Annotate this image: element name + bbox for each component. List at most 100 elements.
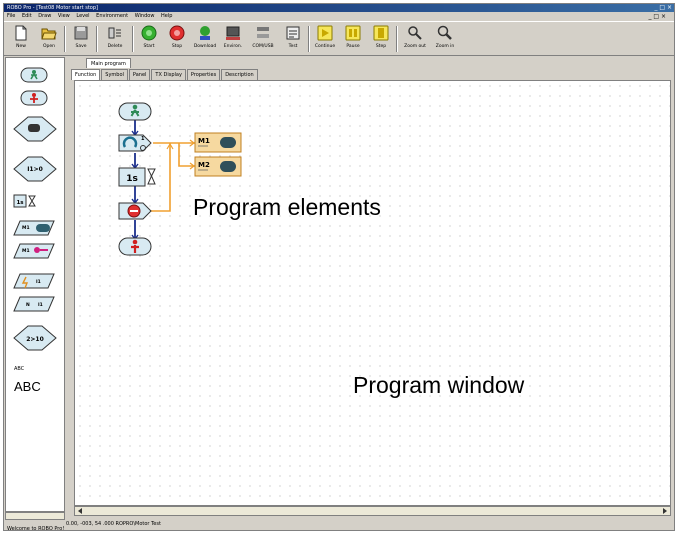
menu-level[interactable]: Level (76, 13, 89, 19)
start-icon (141, 25, 157, 41)
palette-start-element[interactable] (6, 66, 64, 84)
data-link (153, 142, 195, 167)
caption-program-window: Program window (353, 372, 525, 398)
status-bar: Welcome to ROBO Pro! (4, 520, 674, 531)
menu-view[interactable]: View (58, 13, 70, 19)
canvas-horizontal-scrollbar[interactable] (74, 506, 671, 516)
toolbar-separator (308, 26, 310, 52)
open-folder-icon (41, 28, 57, 40)
palette-text-small[interactable]: ABC (6, 366, 64, 372)
scroll-left-icon[interactable] (76, 507, 86, 515)
palette-branch-compare-element[interactable]: I1>0 (6, 154, 64, 184)
zoom-in-button[interactable]: Zoom in (432, 25, 458, 54)
mdi-controls[interactable]: _ □ × (648, 12, 666, 21)
delete-button[interactable]: Delete (102, 25, 128, 54)
tab-properties[interactable]: Properties (186, 69, 221, 80)
new-page-icon (15, 25, 27, 41)
download-button[interactable]: Download (192, 25, 218, 54)
com-usb-icon (257, 27, 269, 38)
open-button[interactable]: Open (36, 25, 62, 54)
stop-button[interactable]: Stop (164, 25, 190, 54)
program-canvas[interactable]: 1 M1 M2 1s Program elements Program wind… (74, 80, 671, 506)
menu-environment[interactable]: Environment (96, 13, 128, 19)
tab-description[interactable]: Description (221, 69, 258, 80)
menu-draw[interactable]: Draw (38, 13, 51, 19)
flow-wait-label: 1s (126, 174, 138, 184)
flow-m1-label: M1 (198, 137, 210, 145)
tab-main-program[interactable]: Main program (86, 58, 131, 68)
menu-edit[interactable]: Edit (22, 13, 32, 19)
flow-counter-label: 1 (141, 136, 145, 142)
svg-text:M1: M1 (22, 225, 30, 231)
palette-text-large[interactable]: ABC (6, 379, 64, 394)
palette-motor-output-element[interactable]: M1 (6, 219, 64, 237)
status-welcome: Welcome to ROBO Pro! (7, 526, 65, 531)
flow-wait-element[interactable]: 1s (118, 167, 156, 187)
flow-motor-m1-element[interactable]: M1 (194, 132, 242, 153)
menu-file[interactable]: File (7, 13, 15, 19)
toolbar-separator (64, 26, 66, 52)
palette-input-branch-element[interactable] (6, 114, 64, 144)
palette-wait-element[interactable]: 1s (6, 193, 64, 209)
toolbar-separator (132, 26, 134, 52)
palette-end-element[interactable] (6, 89, 64, 107)
palette-lamp-output-element[interactable]: M1 (6, 242, 64, 260)
save-button[interactable]: Save (68, 25, 94, 54)
window-title: ROBO Pro - [Test08 Motor start stop] (7, 5, 98, 11)
svg-text:I1: I1 (38, 302, 43, 308)
main-area: Main program Function Symbol Panel TX Di… (68, 57, 674, 519)
title-bar: ROBO Pro - [Test08 Motor start stop] _ □… (4, 4, 674, 12)
data-link (150, 143, 171, 212)
view-tabs: Function Symbol Panel TX Display Propert… (71, 69, 259, 80)
menu-bar: File Edit Draw View Level Environment Wi… (4, 12, 674, 21)
zoom-out-button[interactable]: Zoom out (402, 25, 428, 54)
flow-start-element[interactable] (118, 102, 152, 121)
palette-scrollbar[interactable] (5, 512, 65, 520)
toolbar: New Open Save Delete Start Stop Download (4, 21, 674, 56)
save-disk-icon (74, 26, 88, 40)
test-icon (286, 26, 300, 40)
new-button[interactable]: New (8, 25, 34, 54)
window-controls[interactable]: _ □ × (654, 4, 672, 12)
flow-motor-m2-element[interactable]: M2 (194, 156, 242, 177)
palette-branch-label: I1>0 (27, 166, 43, 173)
palette-counter-element[interactable]: N I1 (6, 295, 64, 313)
step-icon (373, 25, 389, 41)
flow-end-element[interactable] (118, 237, 152, 256)
flow-motor-stop-element[interactable] (118, 202, 152, 220)
svg-text:N: N (26, 302, 30, 308)
scroll-right-icon[interactable] (659, 507, 669, 515)
flow-motor-start-element[interactable]: 1 (118, 134, 152, 152)
start-button[interactable]: Start (136, 25, 162, 54)
stop-icon (169, 25, 185, 41)
environment-button[interactable]: Environ. (220, 25, 246, 54)
tab-tx-display[interactable]: TX Display (151, 69, 186, 80)
continue-icon (317, 25, 333, 41)
pause-button[interactable]: Pause (340, 25, 366, 54)
download-icon (200, 26, 210, 40)
toolbar-separator (396, 26, 398, 52)
tab-symbol[interactable]: Symbol (101, 69, 128, 80)
menu-help[interactable]: Help (161, 13, 172, 19)
zoom-in-icon (437, 25, 452, 40)
test-button[interactable]: Test (280, 25, 306, 54)
caption-program-elements: Program elements (193, 194, 381, 220)
palette-input-element[interactable]: I1 (6, 272, 64, 290)
tab-function[interactable]: Function (71, 69, 101, 80)
hourglass-icon (147, 168, 156, 185)
continue-button[interactable]: Continue (312, 25, 338, 54)
element-palette: I1>0 1s M1 M1 I1 N I1 2>10 ABC ABC (5, 57, 65, 512)
svg-text:M1: M1 (22, 248, 30, 254)
menu-window[interactable]: Window (135, 13, 155, 19)
flow-m2-label: M2 (198, 161, 210, 169)
pause-icon (345, 25, 361, 41)
palette-wait-label: 1s (16, 200, 24, 206)
tab-panel[interactable]: Panel (128, 69, 151, 80)
delete-icon (108, 27, 121, 39)
com-usb-button[interactable]: COM/USB (250, 25, 276, 54)
step-button[interactable]: Step (368, 25, 394, 54)
palette-compare-element[interactable]: 2>10 (6, 323, 64, 353)
palette-compare-label: 2>10 (26, 336, 44, 343)
zoom-out-icon (408, 26, 422, 40)
flowchart: 1 M1 M2 1s (118, 102, 242, 256)
